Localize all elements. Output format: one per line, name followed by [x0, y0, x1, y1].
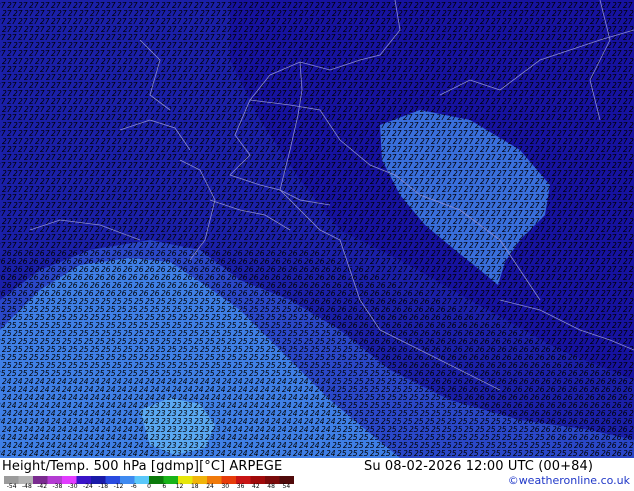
color-scale-tick: 54 — [283, 483, 291, 490]
color-scale-tick: 30 — [221, 483, 229, 490]
contour-label: 25 — [337, 449, 347, 458]
color-scale-tick: -38 — [53, 483, 63, 490]
contour-label: 23 — [150, 449, 160, 458]
color-scale-tick: 42 — [252, 483, 260, 490]
contour-label: 24 — [227, 449, 237, 458]
contour-label: 25 — [370, 449, 380, 458]
contour-label: 24 — [238, 449, 248, 458]
color-scale-tick: -6 — [131, 483, 137, 490]
contour-label: 25 — [568, 449, 578, 458]
contour-label: 25 — [392, 449, 402, 458]
contour-label: 25 — [348, 449, 358, 458]
contour-label: 26 — [612, 449, 622, 458]
contour-label: 25 — [535, 449, 545, 458]
contour-label: 24 — [29, 449, 39, 458]
contour-label: 24 — [260, 449, 270, 458]
contour-label: 24 — [106, 449, 116, 458]
weather-map: 2727272727272727272727272727272727272727… — [0, 0, 634, 458]
contour-label: 25 — [458, 449, 468, 458]
contour-label: 25 — [425, 449, 435, 458]
contour-label: 24 — [95, 449, 105, 458]
contour-label: 26 — [601, 449, 611, 458]
color-scale-tick: 12 — [176, 483, 184, 490]
color-scale-tick: -30 — [68, 483, 78, 490]
map-title: Height/Temp. 500 hPa [gdmp][°C] ARPEGE — [2, 459, 282, 474]
color-scale-tick: -48 — [22, 483, 32, 490]
color-scale-tick: -54 — [7, 483, 17, 490]
contour-label: 23 — [161, 449, 171, 458]
contour-label: 25 — [502, 449, 512, 458]
contour-label: 24 — [282, 449, 292, 458]
contour-label: 25 — [381, 449, 391, 458]
color-scale-tick: 48 — [267, 483, 275, 490]
color-scale-tick: 36 — [237, 483, 245, 490]
contour-label: 25 — [359, 449, 369, 458]
contour-label: 24 — [304, 449, 314, 458]
contour-label: 24 — [249, 449, 259, 458]
contour-label: 24 — [18, 449, 28, 458]
credit-link[interactable]: ©weatheronline.co.uk — [508, 474, 630, 487]
contour-label: 25 — [524, 449, 534, 458]
contour-label: 25 — [403, 449, 413, 458]
contour-label: 23 — [183, 449, 193, 458]
contour-label: 24 — [51, 449, 61, 458]
contour-label: 24 — [84, 449, 94, 458]
contour-label: 24 — [117, 449, 127, 458]
color-scale-tick: -12 — [114, 483, 124, 490]
contour-label: 25 — [513, 449, 523, 458]
color-scale-tick: 0 — [147, 483, 151, 490]
contour-label: 25 — [557, 449, 567, 458]
contour-label: 26 — [590, 449, 600, 458]
contour-label: 23 — [172, 449, 182, 458]
color-scale-tick: -18 — [98, 483, 108, 490]
contour-label: 26 — [579, 449, 589, 458]
contour-labels: 2727272727272727272727272727272727272727… — [0, 1, 634, 458]
contour-label: 25 — [480, 449, 490, 458]
contour-label: 26 — [623, 449, 633, 458]
contour-label: 24 — [73, 449, 83, 458]
contour-label: 25 — [469, 449, 479, 458]
contour-label: 24 — [326, 449, 336, 458]
color-scale-tick: 6 — [162, 483, 166, 490]
contour-label: 24 — [62, 449, 72, 458]
color-scale-tick: -42 — [37, 483, 47, 490]
valid-time: Su 08-02-2026 12:00 UTC (00+84) — [364, 459, 593, 474]
contour-label: 24 — [7, 449, 17, 458]
contour-label: 24 — [293, 449, 303, 458]
contour-label: 24 — [40, 449, 50, 458]
contour-label: 24 — [315, 449, 325, 458]
contour-label: 24 — [0, 449, 6, 458]
contour-label: 25 — [414, 449, 424, 458]
contour-label: 25 — [491, 449, 501, 458]
color-scale-tick: 24 — [206, 483, 214, 490]
contour-label: 24 — [216, 449, 226, 458]
contour-label: 25 — [447, 449, 457, 458]
contour-label: 25 — [546, 449, 556, 458]
color-scale-tick: 18 — [191, 483, 199, 490]
contour-label: 24 — [128, 449, 138, 458]
contour-label: 23 — [205, 449, 215, 458]
contour-label: 24 — [139, 449, 149, 458]
contour-label: 23 — [194, 449, 204, 458]
color-scale-tick: -24 — [83, 483, 93, 490]
footer-bar: Height/Temp. 500 hPa [gdmp][°C] ARPEGE S… — [0, 458, 634, 490]
contour-label: 24 — [271, 449, 281, 458]
contour-label: 25 — [436, 449, 446, 458]
